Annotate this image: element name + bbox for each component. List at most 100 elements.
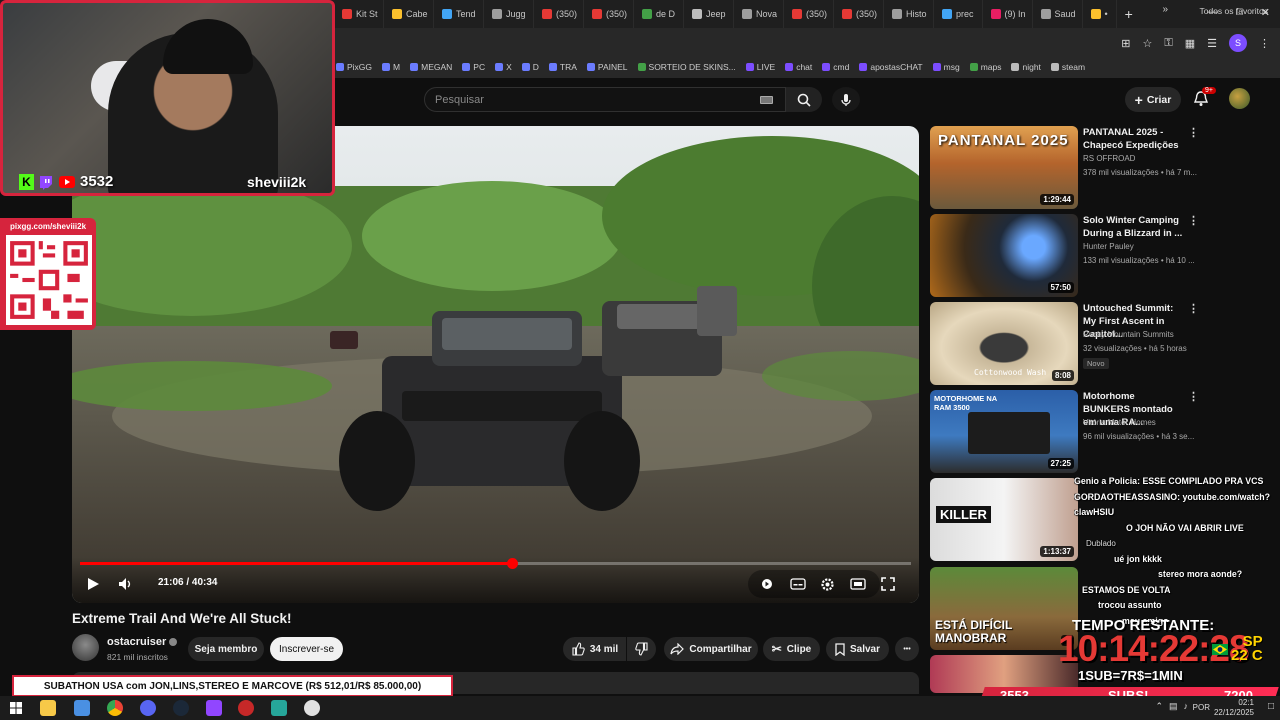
chat-message: ué jon kkkk [1114,553,1162,564]
install-app-icon[interactable]: ⊞ [1121,37,1130,50]
search-input[interactable]: Pesquisar [424,87,786,112]
bookmark-item[interactable]: night [1011,62,1041,72]
bookmark-item[interactable]: MEGAN [410,62,452,72]
settings-gear-icon[interactable] [820,577,835,592]
theater-mode-icon[interactable] [850,578,866,590]
recommended-video[interactable]: Cottonwood Wash 8:08 Untouched Summit: M… [930,302,1270,386]
video-menu-icon[interactable]: ⋮ [1188,302,1199,315]
youtube-logo-icon [59,176,75,188]
steam-icon[interactable] [173,700,189,716]
bookmark-item[interactable]: M [382,62,400,72]
tab-favicon-icon [642,9,652,19]
new-tab-button[interactable]: + [1117,6,1141,22]
play-button[interactable] [86,577,100,591]
search-button[interactable] [786,87,822,112]
video-duration: 8:08 [1051,370,1074,381]
clip-button[interactable]: ✂ Clipe [763,637,820,661]
volume-button[interactable] [118,577,134,591]
autoplay-toggle-icon[interactable] [759,578,775,590]
browser-tab[interactable]: • [1083,0,1117,28]
browser-tab[interactable]: de D [634,0,684,28]
store-icon[interactable] [74,700,90,716]
browser-tab[interactable]: Jeep [684,0,734,28]
progress-bar[interactable] [80,558,911,569]
file-explorer-icon[interactable] [40,700,56,716]
channel-avatar[interactable] [72,634,99,661]
video-menu-icon[interactable]: ⋮ [1188,214,1199,227]
bookmark-item[interactable]: cmd [822,62,849,72]
recommended-video[interactable]: PANTANAL 2025 1:29:44 PANTANAL 2025 - Ch… [930,126,1270,210]
save-button[interactable]: Salvar [826,637,889,661]
bookmark-item[interactable]: maps [969,62,1001,72]
bookmark-item[interactable]: msg [932,62,960,72]
browser-tab[interactable]: prec [934,0,983,28]
browser-tab[interactable]: (350) [584,0,634,28]
voice-search-button[interactable] [832,87,860,112]
tab-favicon-icon [492,9,502,19]
bookmark-item[interactable]: PAINEL [586,62,628,72]
browser-menu-icon[interactable]: ⋮ [1259,37,1270,50]
video-player[interactable]: 21:06 / 40:34 [72,126,919,603]
bookmark-star-icon[interactable]: ☆ [1142,37,1152,50]
chat-message: Dublado [1086,539,1116,548]
share-button[interactable]: Compartilhar [664,637,758,661]
browser-tab[interactable]: Nova [734,0,784,28]
keyboard-icon[interactable] [760,96,773,104]
bookmark-item[interactable]: SORTEIO DE SKINS... [637,62,736,72]
bookmark-item[interactable]: PixGG [336,62,372,72]
fullscreen-icon[interactable] [880,577,895,591]
browser-tab[interactable]: (350) [534,0,584,28]
extension-icon[interactable]: ⚿ [1164,37,1172,50]
profile-avatar[interactable]: S [1229,34,1247,52]
browser-tab[interactable]: Cabe [384,0,434,28]
reading-list-icon[interactable]: ☰ [1207,37,1217,50]
bookmark-item[interactable]: steam [1050,62,1085,72]
browser-tab[interactable]: (350) [834,0,884,28]
bookmark-item[interactable]: apostasCHAT [859,62,923,72]
like-button[interactable]: 34 mil [563,637,626,661]
bookmark-item[interactable]: chat [785,62,812,72]
system-tray: ⌃ ▤ ♪ [1155,701,1188,712]
create-button[interactable]: + Criar [1125,87,1181,112]
channel-name[interactable]: ostacruiser [107,636,178,648]
bookmark-item[interactable]: PC [462,62,485,72]
recommended-video[interactable]: 57:50 Solo Winter Camping During a Blizz… [930,214,1270,298]
tray-chevron-icon[interactable]: ⌃ [1155,701,1163,712]
video-menu-icon[interactable]: ⋮ [1188,390,1199,403]
network-icon[interactable]: ▤ [1169,701,1178,712]
windows-start-icon[interactable] [10,702,22,714]
app-icon[interactable] [271,700,287,716]
extensions-puzzle-icon[interactable]: ▦ [1185,37,1195,50]
system-clock[interactable]: 02:1 22/12/2025 [1214,698,1254,718]
all-bookmarks-button[interactable]: Todos os favoritos [1199,6,1268,16]
browser-tab[interactable]: (9) In [983,0,1033,28]
browser-tab[interactable]: Jugg [484,0,534,28]
input-language[interactable]: POR [1193,703,1210,712]
browser-tab[interactable]: (350) [784,0,834,28]
recommended-video[interactable]: MOTORHOME NA RAM 3500 27:25 Motorhome BU… [930,390,1270,474]
browser-tab[interactable]: Kit St [334,0,384,28]
app-icon[interactable] [304,700,320,716]
bookmark-item[interactable]: LIVE [745,62,775,72]
join-member-button[interactable]: Seja membro [188,637,264,661]
speaker-icon[interactable]: ♪ [1184,701,1189,712]
bookmark-item[interactable]: D [521,62,539,72]
obs-icon[interactable] [238,700,254,716]
video-menu-icon[interactable]: ⋮ [1188,126,1199,139]
account-avatar[interactable] [1229,88,1250,109]
bookmarks-more-button[interactable]: » [1162,4,1168,15]
discord-icon[interactable] [140,700,156,716]
video-thumbnail: KILLER 1:13:37 [930,478,1078,561]
subscribe-button[interactable]: Inscrever-se [270,637,343,661]
dislike-button[interactable] [627,637,656,661]
more-actions-button[interactable]: ••• [895,637,919,661]
browser-tab[interactable]: Histo [884,0,934,28]
browser-tab[interactable]: Saud [1033,0,1083,28]
chrome-icon[interactable] [107,700,123,716]
browser-tab[interactable]: Tend [434,0,484,28]
app-icon[interactable] [206,700,222,716]
notifications-icon[interactable]: □ [1268,701,1274,712]
captions-icon[interactable] [790,578,806,590]
bookmark-item[interactable]: TRA [548,62,577,72]
bookmark-item[interactable]: X [495,62,512,72]
